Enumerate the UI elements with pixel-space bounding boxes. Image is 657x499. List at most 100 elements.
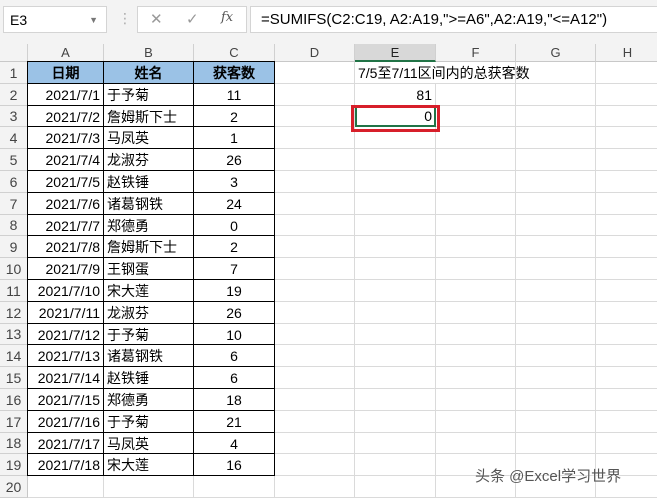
cell[interactable]: 郑德勇: [103, 388, 194, 411]
cell[interactable]: [596, 411, 657, 433]
cell[interactable]: [275, 258, 355, 280]
cell[interactable]: [355, 476, 436, 498]
cell[interactable]: [596, 62, 657, 84]
cell[interactable]: [355, 389, 436, 411]
cell[interactable]: [596, 389, 657, 411]
cell[interactable]: [596, 215, 657, 236]
cell[interactable]: [436, 193, 516, 215]
row-header[interactable]: 16: [0, 389, 28, 411]
row-header[interactable]: 17: [0, 411, 28, 433]
row-header[interactable]: 11: [0, 280, 28, 302]
cell[interactable]: [275, 411, 355, 433]
cell[interactable]: 赵铁锤: [103, 366, 194, 389]
cell[interactable]: 81: [355, 84, 436, 106]
cell[interactable]: 于予菊: [103, 410, 194, 433]
cell[interactable]: 6: [193, 366, 275, 389]
column-header-f[interactable]: F: [436, 44, 516, 62]
column-header-b[interactable]: B: [104, 44, 194, 62]
cell[interactable]: [275, 302, 355, 324]
cell[interactable]: [596, 193, 657, 215]
column-header-e[interactable]: E: [355, 44, 436, 62]
row-header[interactable]: 7: [0, 193, 28, 215]
cell[interactable]: [516, 171, 596, 193]
cell[interactable]: 2021/7/4: [27, 148, 104, 171]
cell[interactable]: 1: [193, 126, 275, 149]
select-all-corner[interactable]: [0, 44, 28, 62]
fx-icon[interactable]: fx: [221, 10, 233, 25]
cell[interactable]: [104, 476, 194, 498]
cell[interactable]: 2021/7/18: [27, 453, 104, 476]
cell[interactable]: 2021/7/7: [27, 214, 104, 236]
cell[interactable]: [436, 280, 516, 302]
chevron-down-icon[interactable]: ▼: [89, 7, 98, 34]
cell[interactable]: [516, 367, 596, 389]
cell[interactable]: [436, 258, 516, 280]
row-header[interactable]: 4: [0, 127, 28, 149]
cell[interactable]: [516, 62, 596, 84]
cell[interactable]: [436, 149, 516, 171]
header-cell[interactable]: 获客数: [193, 61, 275, 84]
cell[interactable]: [275, 62, 355, 84]
formula-input[interactable]: =SUMIFS(C2:C19, A2:A19,">=A6",A2:A19,"<=…: [250, 6, 657, 33]
cell[interactable]: 2021/7/16: [27, 410, 104, 433]
cell[interactable]: [436, 389, 516, 411]
cell[interactable]: [355, 411, 436, 433]
cell[interactable]: [596, 258, 657, 280]
cell[interactable]: [275, 367, 355, 389]
cell[interactable]: [275, 345, 355, 367]
cell[interactable]: [355, 324, 436, 345]
cell[interactable]: [516, 302, 596, 324]
row-header[interactable]: 3: [0, 106, 28, 127]
cell[interactable]: [355, 433, 436, 454]
column-header-a[interactable]: A: [28, 44, 104, 62]
row-header[interactable]: 10: [0, 258, 28, 280]
cell[interactable]: 0: [193, 214, 275, 236]
cell[interactable]: 26: [193, 301, 275, 324]
cell[interactable]: 2021/7/12: [27, 323, 104, 345]
cell[interactable]: [355, 193, 436, 215]
cell[interactable]: [596, 84, 657, 106]
column-header-g[interactable]: G: [516, 44, 596, 62]
cell[interactable]: [596, 127, 657, 149]
cell[interactable]: [596, 324, 657, 345]
cell[interactable]: [355, 345, 436, 367]
cell[interactable]: [275, 106, 355, 127]
cell[interactable]: [596, 171, 657, 193]
cell[interactable]: [436, 106, 516, 127]
header-cell[interactable]: 姓名: [103, 61, 194, 84]
cell[interactable]: [436, 127, 516, 149]
cell[interactable]: 18: [193, 388, 275, 411]
cell[interactable]: [436, 62, 516, 84]
cell[interactable]: 2021/7/14: [27, 366, 104, 389]
cell[interactable]: [275, 280, 355, 302]
row-header[interactable]: 19: [0, 454, 28, 476]
cell[interactable]: [596, 345, 657, 367]
cell[interactable]: [596, 106, 657, 127]
cell[interactable]: 2021/7/6: [27, 192, 104, 215]
cell[interactable]: 诸葛钢铁: [103, 192, 194, 215]
cell[interactable]: [516, 215, 596, 236]
row-header[interactable]: 14: [0, 345, 28, 367]
cell[interactable]: [275, 127, 355, 149]
cell[interactable]: [355, 302, 436, 324]
row-header[interactable]: 1: [0, 62, 28, 84]
cell[interactable]: [516, 345, 596, 367]
row-header[interactable]: 13: [0, 324, 28, 345]
cell[interactable]: 2021/7/11: [27, 301, 104, 324]
cell[interactable]: 2021/7/9: [27, 257, 104, 280]
cell[interactable]: 马凤英: [103, 432, 194, 454]
cell[interactable]: 24: [193, 192, 275, 215]
cell[interactable]: 龙淑芬: [103, 148, 194, 171]
cell[interactable]: 19: [193, 279, 275, 302]
cell[interactable]: 赵铁锤: [103, 170, 194, 193]
cell[interactable]: [275, 171, 355, 193]
cell[interactable]: 2021/7/2: [27, 105, 104, 127]
cell[interactable]: [275, 149, 355, 171]
cell[interactable]: 郑德勇: [103, 214, 194, 236]
cell[interactable]: [355, 215, 436, 236]
cell[interactable]: [596, 280, 657, 302]
cell[interactable]: 2: [193, 105, 275, 127]
header-cell[interactable]: 日期: [27, 61, 104, 84]
cell[interactable]: 7: [193, 257, 275, 280]
cell[interactable]: [436, 345, 516, 367]
